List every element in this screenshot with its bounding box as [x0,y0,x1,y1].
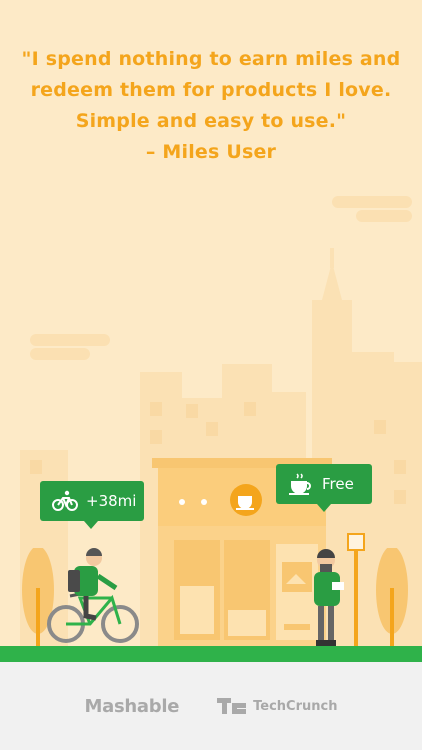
cyclist-illustration [47,548,139,643]
quote-attribution: – Miles User [145,141,277,163]
illustration-scene: "I spend nothing to earn miles and redee… [0,0,422,665]
quote-line-3: Simple and easy to use." [75,110,347,132]
free-reward-badge: Free [276,464,372,512]
miles-earned-label: +38mi [86,492,137,510]
tree-right-illustration [376,548,408,648]
press-logos-footer: Mashable TechCrunch [0,662,422,750]
quote-line-1: "I spend nothing to earn miles and [21,48,401,70]
coffee-cup-icon [289,473,311,495]
miles-earned-badge: +38mi [40,481,144,529]
person-illustration [314,549,344,646]
mashable-logo: Mashable [84,695,180,717]
ground-strip [0,646,422,662]
testimonial-quote: "I spend nothing to earn miles and redee… [0,44,422,168]
techcrunch-mark-icon [217,698,247,714]
quote-line-2: redeem them for products I love. [30,79,392,101]
bicycle-icon [52,490,78,511]
techcrunch-logo: TechCrunch [217,698,337,714]
techcrunch-label: TechCrunch [253,698,338,714]
free-reward-label: Free [322,475,354,493]
